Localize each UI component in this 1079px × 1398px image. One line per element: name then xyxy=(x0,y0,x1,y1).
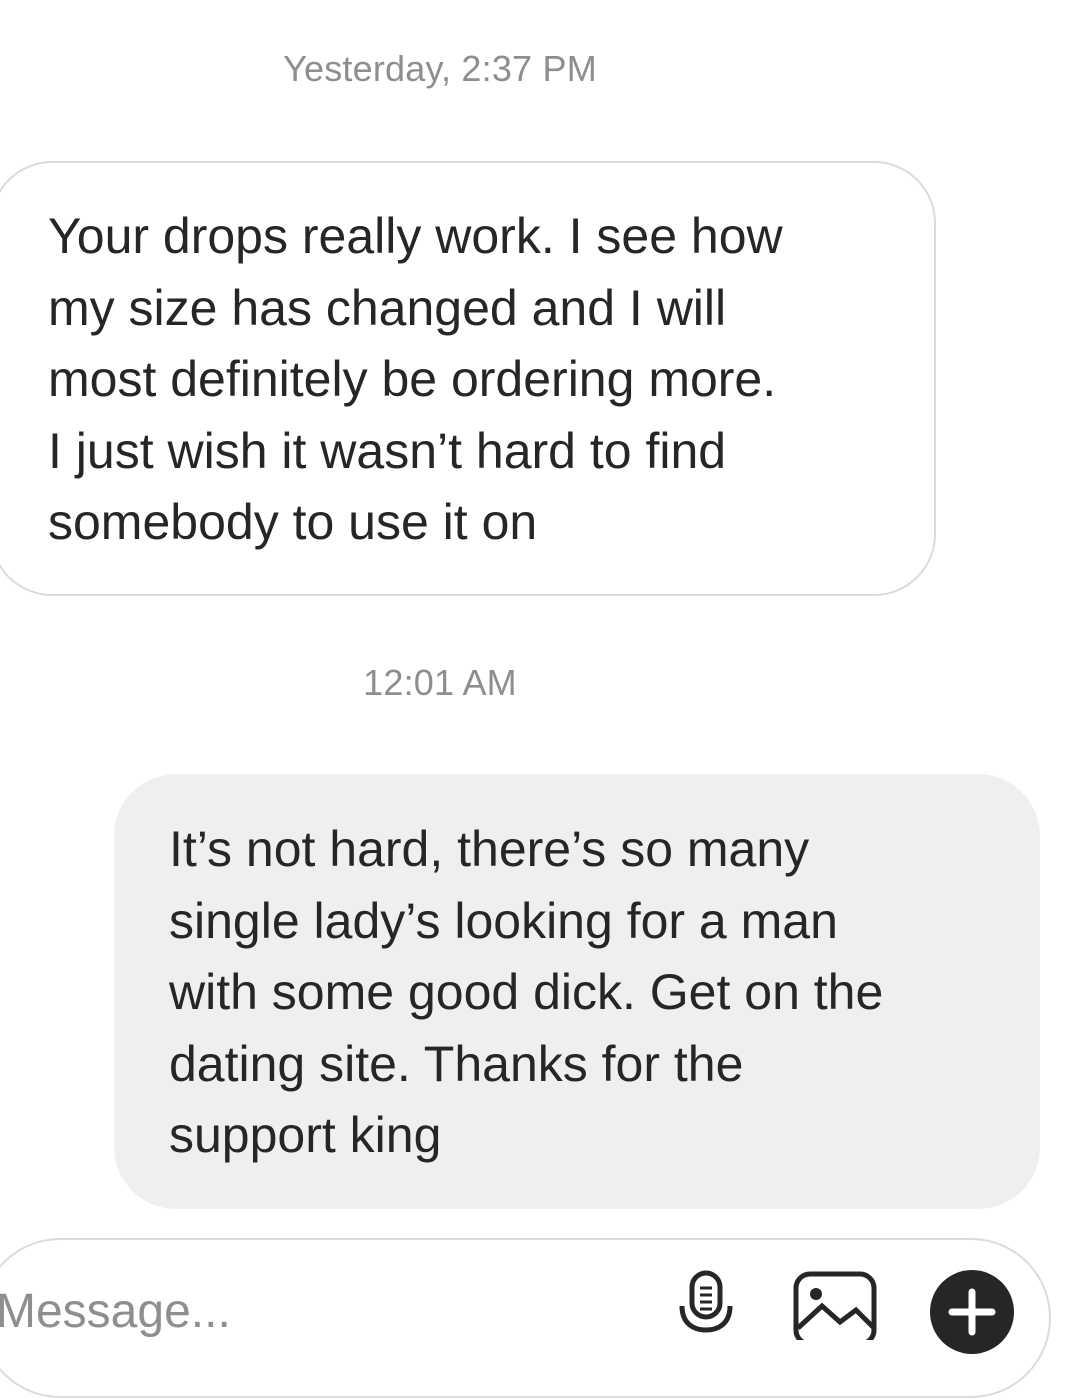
incoming-message-bubble[interactable]: Your drops really work. I see how my siz… xyxy=(0,161,936,596)
message-timestamp: 12:01 AM xyxy=(363,662,517,703)
plus-icon[interactable] xyxy=(930,1270,1014,1354)
message-input[interactable]: Message... xyxy=(0,1282,231,1342)
message-timestamp: Yesterday, 2:37 PM xyxy=(283,48,597,89)
outgoing-message-bubble[interactable]: It’s not hard, there’s so many single la… xyxy=(114,774,1040,1209)
